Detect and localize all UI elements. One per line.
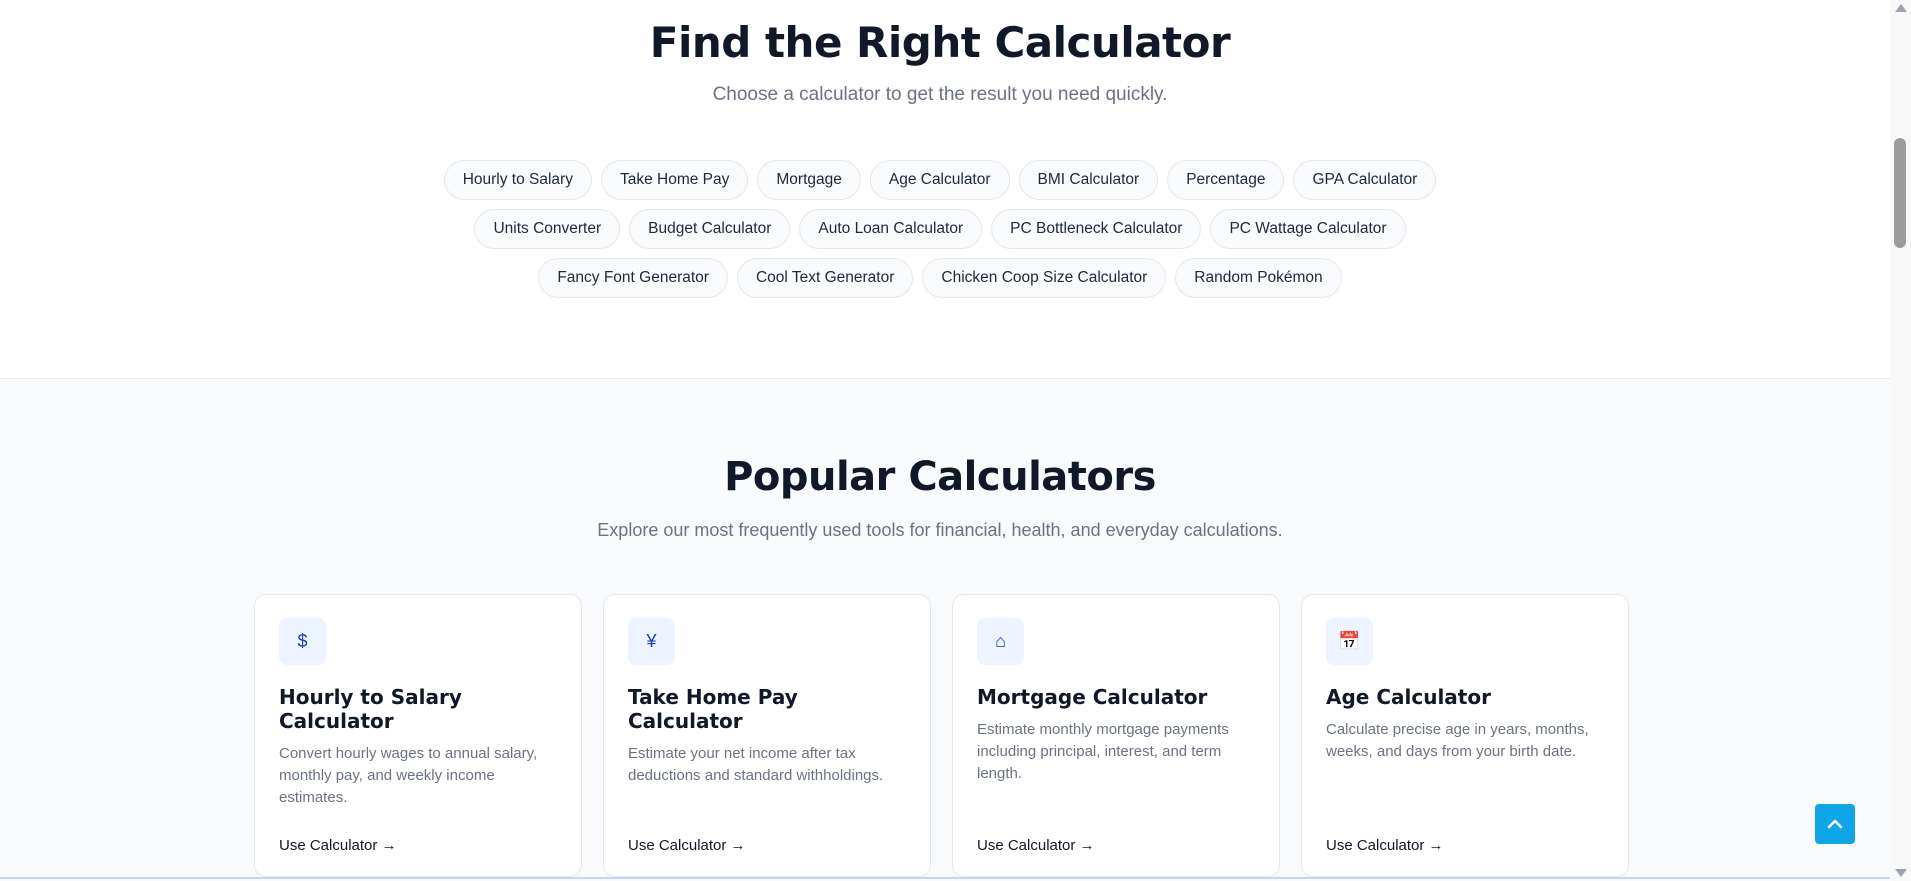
chip-row: Fancy Font Generator Cool Text Generator C… (440, 258, 1440, 298)
calculator-chip[interactable]: Percentage (1167, 160, 1285, 200)
calculator-chip[interactable]: PC Wattage Calculator (1210, 209, 1406, 249)
find-section-subtitle: Choose a calculator to get the result yo… (712, 84, 1168, 105)
house-icon: ⌂ (977, 618, 1024, 665)
card-title: Age Calculator (1326, 685, 1491, 709)
back-to-top-button[interactable] (1815, 804, 1855, 844)
popular-section-title: Popular Calculators (724, 454, 1156, 500)
calculator-chip[interactable]: Random Pokémon (1175, 258, 1342, 298)
calculator-chip[interactable]: PC Bottleneck Calculator (991, 209, 1202, 249)
calculator-card-grid: $ Hourly to Salary Calculator Convert hour… (254, 594, 1629, 877)
calculator-chip[interactable]: Mortgage (757, 160, 861, 200)
card-description: Estimate your net income after tax deduc… (628, 745, 884, 784)
chevron-up-icon (1827, 819, 1843, 829)
find-calculator-section: Find the Right Calculator Choose a calcu… (0, 0, 1890, 379)
calculator-chip[interactable]: Age Calculator (869, 160, 1010, 200)
scroll-down-arrow-icon[interactable] (1895, 869, 1907, 877)
dollar-icon: $ (279, 618, 326, 665)
card-description: Convert hourly wages to annual salary, m… (279, 745, 538, 806)
calculator-card[interactable]: 📅 Age Calculator Calculate precise age in … (1301, 594, 1629, 877)
yen-icon: ¥ (628, 618, 675, 665)
calculator-chip[interactable]: BMI Calculator (1018, 160, 1159, 200)
use-calculator-link[interactable]: Use Calculator → (279, 837, 397, 854)
calculator-chip[interactable]: Fancy Font Generator (538, 258, 728, 298)
card-description: Calculate precise age in years, months, … (1326, 721, 1589, 760)
popular-calculators-section: Popular Calculators Explore our most fre… (0, 379, 1890, 881)
calculator-card[interactable]: $ Hourly to Salary Calculator Convert hour… (254, 594, 582, 877)
bottom-divider (0, 877, 1890, 879)
scrollbar-thumb[interactable] (1894, 138, 1906, 248)
calculator-chip[interactable]: Units Converter (474, 209, 621, 249)
find-section-title: Find the Right Calculator (649, 18, 1231, 67)
use-calculator-link[interactable]: Use Calculator → (977, 837, 1095, 854)
calculator-chip[interactable]: GPA Calculator (1293, 160, 1437, 200)
calculator-chip-list: Hourly to Salary Take Home Pay Mortgage Age… (440, 160, 1440, 307)
calculator-chip[interactable]: Chicken Coop Size Calculator (922, 258, 1167, 298)
calculator-card[interactable]: ¥ Take Home Pay Calculator Estimate your n… (603, 594, 931, 877)
vertical-scrollbar[interactable] (1890, 0, 1911, 881)
card-title: Hourly to Salary Calculator (279, 685, 462, 733)
card-description: Estimate monthly mortgage payments inclu… (977, 721, 1229, 782)
calculator-chip[interactable]: Auto Loan Calculator (799, 209, 983, 249)
use-calculator-link[interactable]: Use Calculator → (628, 837, 746, 854)
card-title: Take Home Pay Calculator (628, 685, 798, 733)
calculator-card[interactable]: ⌂ Mortgage Calculator Estimate monthly mor… (952, 594, 1280, 877)
calculator-chip[interactable]: Hourly to Salary (443, 160, 592, 200)
popular-section-subtitle: Explore our most frequently used tools f… (597, 520, 1283, 540)
use-calculator-link[interactable]: Use Calculator → (1326, 837, 1444, 854)
chip-row: Hourly to Salary Take Home Pay Mortgage Age… (440, 160, 1440, 200)
scroll-up-arrow-icon[interactable] (1895, 4, 1907, 12)
chip-row: Units Converter Budget Calculator Auto Loa… (440, 209, 1440, 249)
calculator-chip[interactable]: Cool Text Generator (736, 258, 914, 298)
calendar-icon: 📅 (1326, 618, 1373, 665)
calculator-chip[interactable]: Budget Calculator (629, 209, 791, 249)
card-title: Mortgage Calculator (977, 685, 1208, 709)
calculator-chip[interactable]: Take Home Pay (600, 160, 749, 200)
